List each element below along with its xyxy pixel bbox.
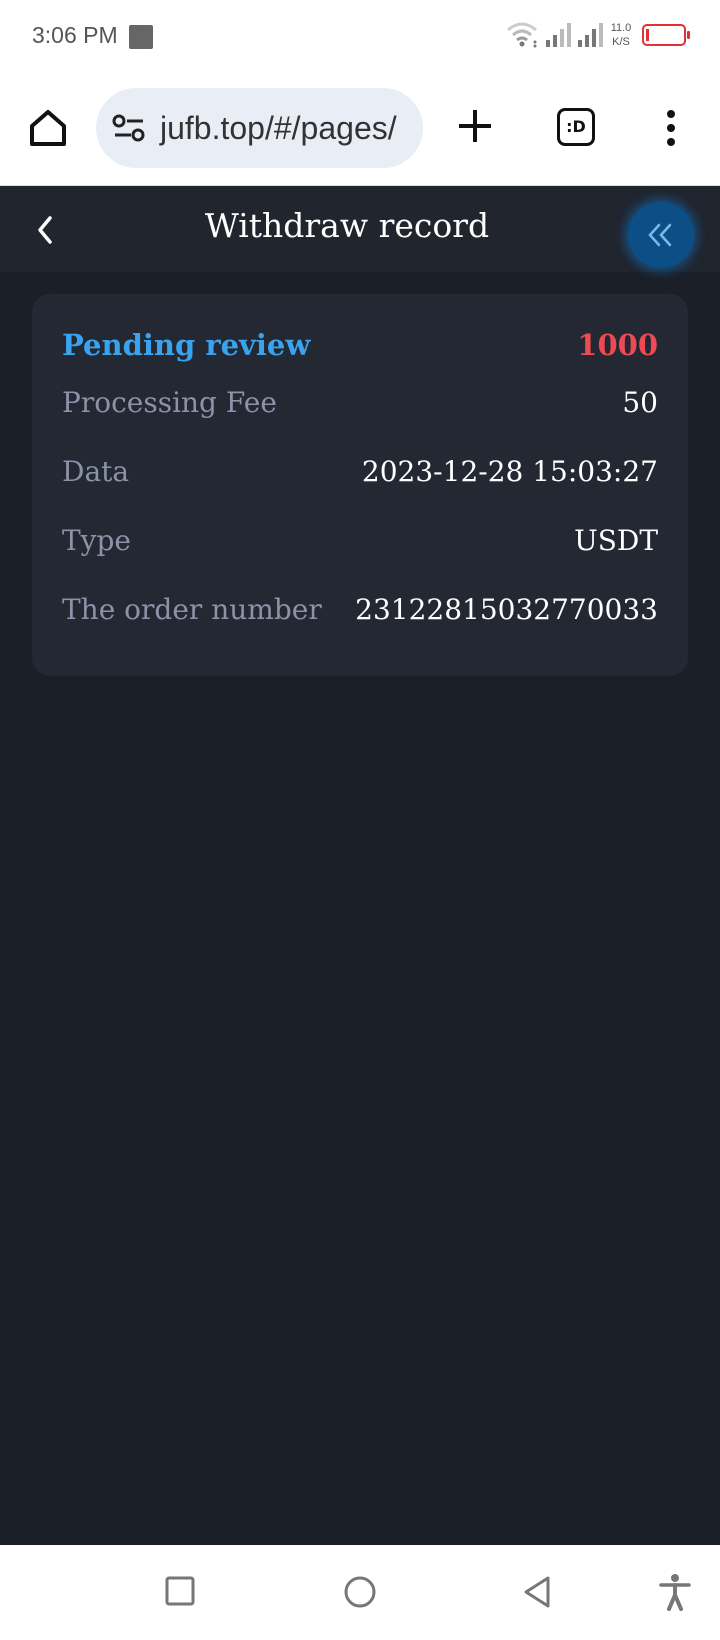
square-notification-icon [129,25,153,49]
address-bar[interactable]: jufb.top/#/pages/ [96,88,423,168]
status-bar: 3:06 PM 11.0 K/S [0,0,720,72]
signal-icon [546,23,571,47]
net-speed-value: 11.0 [610,22,632,34]
row-value: USDT [574,524,658,557]
row-value: 23122815032770033 [355,593,658,626]
signal-icon [578,23,603,47]
row-label: Processing Fee [62,386,277,419]
recents-square-icon[interactable] [164,1575,196,1607]
detail-row-processing-fee: Processing Fee 50 [62,386,658,424]
page-title: Withdraw record [204,206,490,245]
home-circle-icon[interactable] [343,1575,377,1609]
double-chevron-left-icon [648,223,672,247]
withdraw-record-card[interactable]: Pending review 1000 Processing Fee 50 Da… [32,294,688,676]
more-vert-icon[interactable] [664,108,678,148]
detail-row-type: Type USDT [62,524,658,562]
tab-switcher-icon[interactable]: :D [557,108,595,146]
back-triangle-icon[interactable] [521,1575,553,1609]
battery-low-icon [642,24,690,46]
record-header-row: Pending review 1000 [62,328,658,368]
wifi-icon [507,22,537,48]
row-label: Type [62,524,131,557]
amount-value: 1000 [577,328,658,362]
home-icon[interactable] [26,106,70,150]
row-value: 2023-12-28 15:03:27 [361,455,658,488]
row-value: 50 [622,386,658,419]
floating-collapse-button[interactable] [628,202,694,268]
row-label: Data [62,455,130,488]
browser-toolbar: jufb.top/#/pages/ :D [0,72,720,186]
app-header: Withdraw record [0,186,720,272]
status-label: Pending review [62,328,311,362]
new-tab-icon[interactable] [455,106,495,146]
detail-row-order-number: The order number 23122815032770033 [62,593,658,631]
accessibility-icon[interactable] [658,1573,692,1611]
site-settings-icon[interactable] [112,114,146,142]
status-time: 3:06 PM [32,22,118,48]
row-label: The order number [62,593,322,626]
system-nav-bar [0,1545,720,1640]
detail-row-date: Data 2023-12-28 15:03:27 [62,455,658,493]
net-speed-unit: K/S [612,36,630,48]
url-text[interactable]: jufb.top/#/pages/ [160,110,397,147]
net-speed: 11.0 K/S [608,21,634,49]
